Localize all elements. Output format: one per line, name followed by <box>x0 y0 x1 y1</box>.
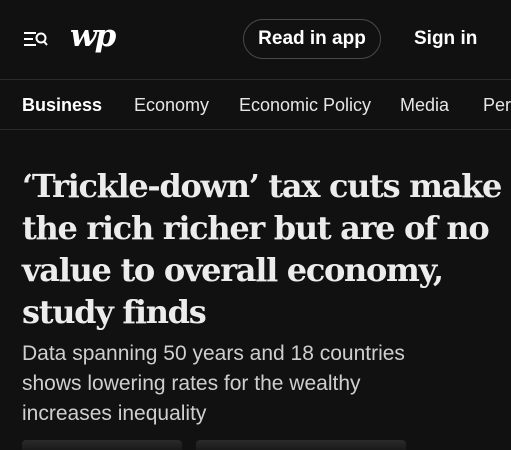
top-bar: wp Read in app Sign in <box>0 0 511 80</box>
read-in-app-button[interactable]: Read in app <box>243 19 381 59</box>
nav-item-economy[interactable]: Economy <box>134 80 209 129</box>
article-headline: ‘Trickle-down’ tax cuts make the rich ri… <box>22 165 507 333</box>
subheadline-line: shows lowering rates for the wealthy <box>22 372 361 395</box>
sign-in-link[interactable]: Sign in <box>414 19 477 59</box>
headline-line: ‘Trickle-down’ tax cuts make <box>22 167 502 205</box>
article-subheadline: Data spanning 50 years and 18 countries … <box>22 339 492 429</box>
section-nav: Business Economy Economic Policy Media P… <box>0 80 511 130</box>
nav-item-economic-policy[interactable]: Economic Policy <box>239 80 371 129</box>
subheadline-line: Data spanning 50 years and 18 countries <box>22 342 405 365</box>
nav-item-pers[interactable]: Pers <box>483 80 511 129</box>
nav-item-media[interactable]: Media <box>400 80 449 129</box>
menu-search-icon[interactable] <box>22 28 48 50</box>
headline-line: the rich richer but are of no <box>22 209 490 247</box>
byline-placeholder <box>196 440 406 450</box>
headline-line: value to overall economy, <box>22 251 444 289</box>
subheadline-line: increases inequality <box>22 402 207 425</box>
washington-post-logo[interactable]: wp <box>70 18 116 54</box>
nav-item-business[interactable]: Business <box>22 80 102 129</box>
byline-placeholder <box>22 440 182 450</box>
headline-line: study finds <box>22 293 207 331</box>
